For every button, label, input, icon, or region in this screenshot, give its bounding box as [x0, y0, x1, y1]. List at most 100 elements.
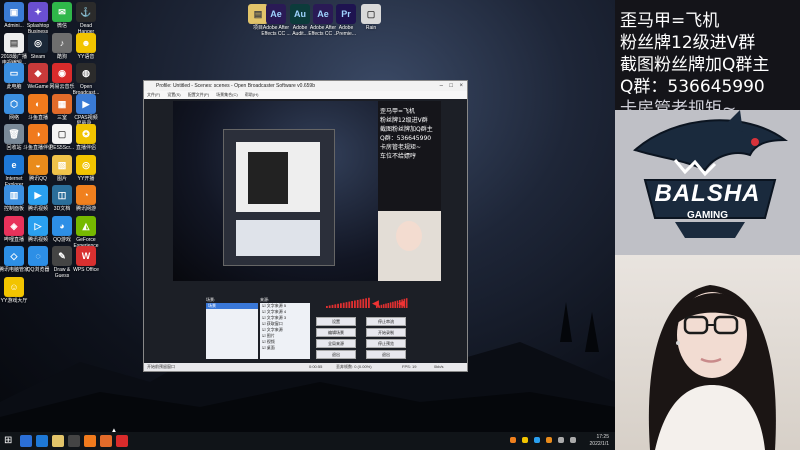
app-icon: ☻	[76, 32, 96, 53]
obs-title: Profile: Untitled - Scenes: scenes - Ope…	[156, 83, 315, 89]
app-icon: ☺	[4, 276, 24, 297]
stream-overlay: 歪马甲=飞机 粉丝牌12级进V群 截图粉丝牌加Q群主 Q群：536645990 …	[615, 0, 800, 450]
menu-file[interactable]: 文件(F)	[147, 92, 160, 97]
meter-bar	[340, 303, 342, 308]
app-icon: ▢	[361, 4, 381, 24]
source-item[interactable]: ☑ 桌面	[260, 345, 310, 351]
tray-yy-icon[interactable]	[522, 437, 528, 443]
meter-bar	[362, 298, 365, 308]
preview-webcam	[378, 211, 441, 281]
meter-bar	[351, 301, 353, 308]
menu-profile[interactable]: 配置文件(P)	[188, 92, 209, 97]
taskbar-music-icon[interactable]	[116, 435, 128, 447]
taskbar-obs-icon[interactable]	[68, 435, 80, 447]
app-icon: ▶	[76, 93, 96, 114]
source-name: 图片	[266, 333, 275, 338]
desktop-icon[interactable]: ◭GeForce Experience	[66, 215, 106, 249]
meter-bar	[359, 299, 362, 308]
menu-help[interactable]: 帮助(H)	[245, 92, 259, 97]
edit-scene-button[interactable]: 编辑场景	[316, 328, 356, 337]
desktop-icon-label: 腾讯网游	[75, 206, 96, 212]
audio-meter-mic[interactable]	[324, 297, 409, 309]
desktop-icon-label: YY开播	[77, 175, 95, 182]
maximize-icon[interactable]: □	[449, 81, 453, 91]
overlay-line-2: 粉丝牌12级进V群	[620, 33, 756, 53]
minimize-icon[interactable]: –	[440, 81, 443, 91]
taskbar-clock[interactable]: 17:25 2022/1/1	[590, 434, 609, 448]
global-sources-button[interactable]: 全局来源	[316, 339, 356, 348]
mic-icon[interactable]: ◀	[398, 298, 405, 309]
desktop-icon[interactable]: ◍Open Broadcast...	[66, 63, 106, 96]
tray-qq-icon[interactable]	[546, 437, 552, 443]
tray-ime-icon[interactable]	[570, 437, 576, 443]
desktop-icon[interactable]: ☻ YY语音	[66, 32, 106, 60]
desktop-icon-label: YY语音	[77, 53, 95, 60]
meter-bar	[380, 304, 383, 308]
exit-button[interactable]: 退出	[366, 350, 406, 359]
start-record-button[interactable]: 开始录制	[366, 328, 406, 337]
obs-window: Profile: Untitled - Scenes: scenes - Ope…	[143, 80, 468, 372]
overlay-line-1: 歪马甲=飞机	[620, 11, 720, 31]
preview-overlay-text: 歪马甲=飞机 粉丝牌12级进V群 截图粉丝牌加Q群主 Q群：536645990 …	[378, 101, 441, 211]
app-icon: ◎	[76, 154, 96, 175]
tray-network-icon[interactable]	[534, 437, 540, 443]
meter-bar	[356, 299, 359, 308]
desktop-icon[interactable]: ☺ YY游戏大厅	[0, 276, 34, 304]
status-fps: FPS: 19	[402, 364, 417, 369]
tray-app-icon[interactable]	[510, 437, 516, 443]
exit-button-left[interactable]: 退出	[316, 350, 356, 359]
preview-line: 歪马甲=飞机	[380, 108, 416, 115]
preview-nested-canvas	[236, 142, 320, 212]
desktop-icon-label: 直播伴侣	[75, 145, 96, 151]
close-icon[interactable]: ×	[459, 81, 463, 91]
taskbar-explorer-icon[interactable]	[20, 435, 32, 447]
desktop-icon[interactable]: ◔ 腾讯网游	[66, 185, 106, 212]
speaker-icon[interactable]: ◀	[372, 298, 379, 309]
preview-line: 卡房管老规矩~	[380, 144, 422, 151]
scene-item[interactable]: 场景	[206, 303, 258, 309]
menu-settings[interactable]: 设置(S)	[167, 92, 180, 97]
menu-scenes[interactable]: 场景集合(C)	[216, 92, 238, 97]
stop-preview-button[interactable]: 停止预览	[366, 339, 406, 348]
meter-bar	[394, 301, 396, 308]
overlay-line-3: 截图粉丝牌加Q群主	[620, 55, 770, 75]
status-time: 0:00:55	[309, 364, 323, 369]
status-dropped: 丢弃帧数: 0 (0.00%)	[336, 364, 372, 369]
desktop-icon[interactable]: ✪ 直播伴侣	[66, 124, 106, 151]
taskbar: ⊞ 17:25 2022/1/1	[0, 432, 615, 450]
obs-menubar: 文件(F) 设置(S) 配置文件(P) 场景集合(C) 帮助(H)	[144, 91, 467, 99]
desktop-icon[interactable]: W WPS Office	[66, 246, 106, 273]
meter-bar	[387, 303, 390, 308]
taskbar-folder-icon[interactable]	[52, 435, 64, 447]
settings-button[interactable]: 设置	[316, 317, 356, 326]
obs-titlebar[interactable]: Profile: Untitled - Scenes: scenes - Ope…	[144, 81, 467, 91]
meter-bar	[345, 302, 348, 308]
overlay-text-box: 歪马甲=飞机 粉丝牌12级进V群 截图粉丝牌加Q群主 Q群：536645990 …	[615, 0, 800, 141]
meter-bar	[331, 304, 334, 308]
taskbar-app-icon[interactable]	[100, 435, 112, 447]
preview-line: 截图粉丝牌加Q群主	[380, 126, 433, 133]
desktop-icon[interactable]: ▶CPAS视频 屏幕录...	[66, 93, 106, 127]
sources-list[interactable]: ☑ 文字来源 5 ☑ 文字来源 4 ☑ 文字来源 3 ☑ 获取窗口 ☑ 文字来源 ☑ 图片…	[260, 303, 310, 359]
taskbar-douyu-icon[interactable]	[84, 435, 96, 447]
desktop-icon[interactable]: ▢ Rain	[351, 4, 391, 31]
preview-nested-obs	[223, 129, 335, 266]
mascot-logo: BALSHA GAMING	[615, 110, 800, 255]
app-icon: ✪	[76, 124, 96, 144]
meter-bar	[334, 304, 337, 308]
tray-volume-icon[interactable]	[558, 437, 564, 443]
desktop-icon[interactable]: ⚓Dead Hanger	[66, 2, 106, 35]
meter-bar	[365, 298, 367, 308]
app-icon: W	[76, 246, 96, 266]
stop-stream-button[interactable]: 停止串流	[366, 317, 406, 326]
desktop-icon[interactable]: ◎ YY开播	[66, 154, 106, 182]
meter-bar	[342, 302, 345, 308]
app-icon: ◔	[76, 185, 96, 205]
app-icon: ⚓	[76, 2, 96, 22]
scenes-list[interactable]: 场景	[206, 303, 258, 359]
windows-start-icon[interactable]: ⊞	[4, 435, 16, 447]
taskbar-ie-icon[interactable]	[36, 435, 48, 447]
meter-bar	[337, 303, 339, 308]
meter-bar	[326, 306, 328, 308]
preview-nested-panels	[236, 220, 320, 256]
